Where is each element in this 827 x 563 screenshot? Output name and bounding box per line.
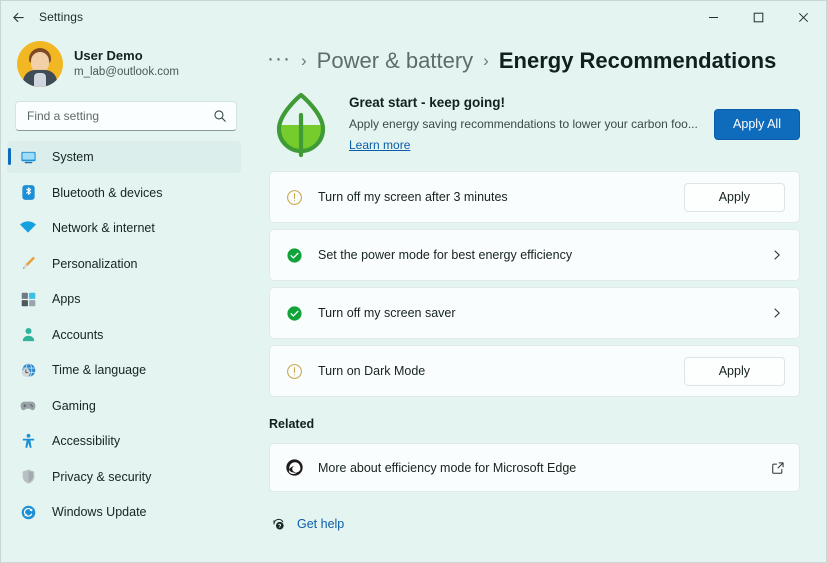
sidebar-item-label: Accessibility bbox=[52, 434, 120, 448]
recommendation-label: Set the power mode for best energy effic… bbox=[318, 248, 771, 262]
person-icon bbox=[17, 326, 39, 343]
sidebar-item-time-language[interactable]: Time & language bbox=[7, 354, 241, 386]
sidebar-item-label: Windows Update bbox=[52, 505, 147, 519]
bluetooth-icon bbox=[17, 184, 39, 201]
recommendation-label: Turn on Dark Mode bbox=[318, 364, 684, 378]
search-box[interactable] bbox=[15, 101, 237, 131]
sidebar-item-network-internet[interactable]: Network & internet bbox=[7, 212, 241, 244]
apply-button[interactable]: Apply bbox=[684, 357, 785, 386]
related-link-row[interactable]: More about efficiency mode for Microsoft… bbox=[269, 443, 800, 492]
related-link-label: More about efficiency mode for Microsoft… bbox=[318, 461, 771, 475]
energy-hero-banner: Great start - keep going! Apply energy s… bbox=[263, 83, 804, 159]
recommendation-row[interactable]: Set the power mode for best energy effic… bbox=[269, 229, 800, 281]
window-body: User Demo m_lab@outlook.com bbox=[1, 33, 826, 562]
chevron-right-icon bbox=[771, 307, 785, 319]
chevron-right-icon bbox=[771, 249, 785, 261]
sidebar-item-accessibility[interactable]: Accessibility bbox=[7, 425, 241, 457]
sidebar-item-label: System bbox=[52, 150, 94, 164]
recommendation-row[interactable]: Turn off my screen after 3 minutes Apply bbox=[269, 171, 800, 223]
sidebar-item-label: Time & language bbox=[52, 363, 146, 377]
warning-circle-icon bbox=[282, 189, 306, 206]
sidebar-item-windows-update[interactable]: Windows Update bbox=[7, 496, 241, 528]
breadcrumb: ··· › Power & battery › Energy Recommend… bbox=[263, 39, 804, 83]
breadcrumb-parent-link[interactable]: Power & battery bbox=[317, 48, 474, 74]
profile-email: m_lab@outlook.com bbox=[74, 65, 179, 79]
recommendation-row[interactable]: Turn off my screen saver bbox=[269, 287, 800, 339]
help-question-icon bbox=[271, 516, 286, 531]
sidebar-item-label: Gaming bbox=[52, 399, 96, 413]
search-input[interactable] bbox=[25, 108, 213, 124]
recommendation-label: Turn off my screen saver bbox=[318, 306, 771, 320]
settings-window: Settings User Demo bbox=[0, 0, 827, 563]
sidebar-item-privacy-security[interactable]: Privacy & security bbox=[7, 461, 241, 493]
maximize-button[interactable] bbox=[736, 1, 781, 33]
sidebar-item-personalization[interactable]: Personalization bbox=[7, 248, 241, 280]
sidebar: User Demo m_lab@outlook.com bbox=[1, 33, 249, 562]
hero-subtitle: Apply energy saving recommendations to l… bbox=[349, 117, 698, 131]
wifi-icon bbox=[17, 219, 39, 237]
sidebar-item-gaming[interactable]: Gaming bbox=[7, 390, 241, 422]
external-link-icon bbox=[771, 461, 785, 475]
breadcrumb-separator: › bbox=[301, 51, 307, 71]
related-list: More about efficiency mode for Microsoft… bbox=[263, 443, 804, 492]
learn-more-link[interactable]: Learn more bbox=[349, 138, 410, 152]
sidebar-item-accounts[interactable]: Accounts bbox=[7, 319, 241, 351]
get-help-link[interactable]: Get help bbox=[271, 516, 804, 531]
apply-all-button[interactable]: Apply All bbox=[714, 109, 800, 140]
shield-icon bbox=[17, 468, 39, 485]
hero-title: Great start - keep going! bbox=[349, 95, 698, 110]
avatar bbox=[17, 41, 63, 87]
title-bar: Settings bbox=[1, 1, 826, 33]
search-icon bbox=[213, 109, 227, 123]
check-circle-icon bbox=[282, 305, 306, 322]
close-button[interactable] bbox=[781, 1, 826, 33]
edge-icon bbox=[282, 458, 306, 477]
sidebar-item-label: Accounts bbox=[52, 328, 103, 342]
apply-button[interactable]: Apply bbox=[684, 183, 785, 212]
recommendations-list: Turn off my screen after 3 minutes Apply… bbox=[263, 171, 804, 397]
profile-text: User Demo m_lab@outlook.com bbox=[74, 48, 179, 80]
apps-icon bbox=[17, 291, 39, 308]
update-icon bbox=[17, 504, 39, 521]
energy-leaf-icon bbox=[269, 89, 333, 159]
window-title: Settings bbox=[39, 10, 83, 24]
sidebar-item-label: Apps bbox=[52, 292, 81, 306]
sidebar-item-label: Personalization bbox=[52, 257, 137, 271]
content-area: ··· › Power & battery › Energy Recommend… bbox=[249, 33, 826, 562]
breadcrumb-separator: › bbox=[483, 51, 489, 71]
clock-globe-icon bbox=[17, 362, 39, 379]
gamepad-icon bbox=[17, 397, 39, 415]
sidebar-item-apps[interactable]: Apps bbox=[7, 283, 241, 315]
sidebar-nav: System Bluetooth & devices bbox=[1, 141, 249, 562]
recommendation-row[interactable]: Turn on Dark Mode Apply bbox=[269, 345, 800, 397]
sidebar-item-system[interactable]: System bbox=[7, 141, 241, 173]
brush-icon bbox=[17, 255, 39, 272]
hero-text: Great start - keep going! Apply energy s… bbox=[349, 95, 698, 154]
sidebar-item-label: Network & internet bbox=[52, 221, 155, 235]
check-circle-icon bbox=[282, 247, 306, 264]
accessibility-icon bbox=[17, 433, 39, 450]
sidebar-item-bluetooth-devices[interactable]: Bluetooth & devices bbox=[7, 177, 241, 209]
user-profile[interactable]: User Demo m_lab@outlook.com bbox=[1, 33, 249, 97]
related-heading: Related bbox=[269, 417, 804, 431]
get-help-label: Get help bbox=[297, 517, 344, 531]
recommendation-label: Turn off my screen after 3 minutes bbox=[318, 190, 684, 204]
monitor-icon bbox=[17, 149, 39, 166]
warning-circle-icon bbox=[282, 363, 306, 380]
profile-name: User Demo bbox=[74, 48, 179, 64]
minimize-button[interactable] bbox=[691, 1, 736, 33]
breadcrumb-overflow-button[interactable]: ··· bbox=[267, 48, 291, 69]
page-title: Energy Recommendations bbox=[499, 48, 777, 74]
sidebar-item-label: Privacy & security bbox=[52, 470, 151, 484]
back-button[interactable] bbox=[1, 1, 35, 33]
sidebar-item-label: Bluetooth & devices bbox=[52, 186, 163, 200]
